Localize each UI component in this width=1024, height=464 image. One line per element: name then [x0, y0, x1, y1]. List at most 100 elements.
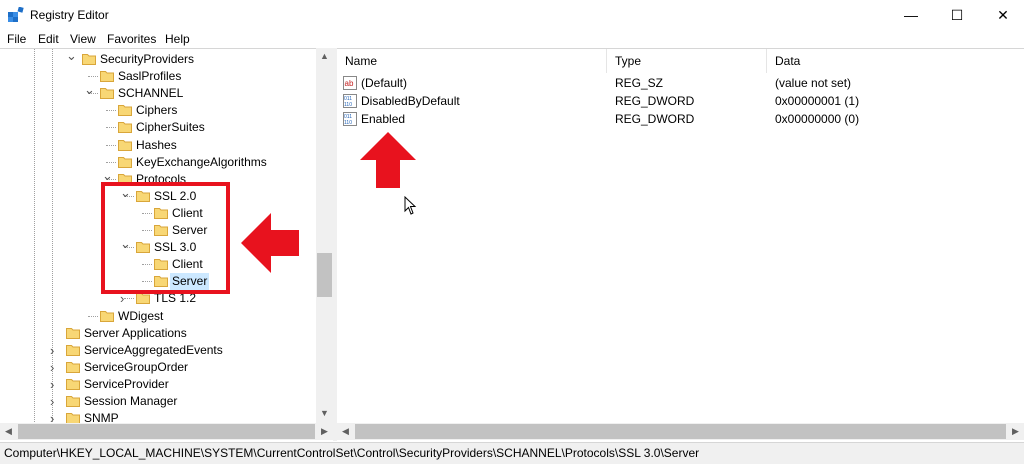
- tree-item[interactable]: › Session Manager: [0, 393, 316, 410]
- scroll-right-icon[interactable]: ▶: [316, 426, 333, 437]
- tree-item[interactable]: ⌄ SCHANNEL: [0, 82, 316, 102]
- collapsed-chevron-icon[interactable]: ›: [50, 393, 60, 410]
- close-button[interactable]: ✕: [980, 0, 1024, 30]
- folder-icon: [66, 396, 80, 407]
- string-value-icon: ab: [343, 76, 357, 90]
- tree-item-label: ServiceAggregatedEvents: [84, 342, 223, 357]
- folder-icon: [66, 344, 80, 356]
- annotation-left-arrow-icon: [241, 213, 299, 273]
- collapsed-chevron-icon[interactable]: ›: [50, 359, 60, 376]
- svg-text:110: 110: [344, 102, 352, 108]
- expanded-chevron-icon[interactable]: ⌄: [84, 81, 95, 98]
- tree-item-label: SecurityProviders: [100, 52, 195, 66]
- annotation-highlight-box: [101, 182, 230, 294]
- minimize-button[interactable]: —: [888, 0, 934, 30]
- dword-value-icon: 011110: [343, 112, 357, 126]
- tree-item-label: ServiceGroupOrder: [84, 359, 189, 374]
- collapsed-chevron-icon[interactable]: ›: [50, 410, 60, 424]
- window-title: Registry Editor: [30, 8, 109, 22]
- folder-icon: [66, 361, 80, 373]
- menu-favorites[interactable]: Favorites: [107, 32, 156, 46]
- tree-item-label: WDigest: [118, 308, 164, 323]
- value-data: 0x00000000 (0): [775, 112, 860, 126]
- tree-item[interactable]: › ServiceProvider: [0, 376, 316, 393]
- folder-icon: [100, 88, 114, 100]
- svg-text:110: 110: [344, 120, 352, 126]
- tree-item[interactable]: Hashes: [0, 137, 316, 154]
- annotation-up-arrow-icon: [360, 132, 416, 188]
- list-hscroll-thumb[interactable]: [355, 424, 1006, 439]
- menu-bar: File Edit View Favorites Help: [0, 30, 1024, 48]
- menu-help[interactable]: Help: [165, 32, 190, 46]
- value-name: DisabledByDefault: [361, 94, 460, 108]
- expanded-chevron-icon[interactable]: ⌄: [66, 49, 77, 64]
- registry-path: Computer\HKEY_LOCAL_MACHINE\SYSTEM\Curre…: [4, 446, 700, 460]
- values-list[interactable]: Name Type Data ab (Default) REG_SZ (value n…: [337, 48, 1024, 424]
- tree-vertical-scrollbar[interactable]: ▲ ▼: [316, 48, 333, 423]
- collapsed-chevron-icon[interactable]: ›: [50, 376, 60, 393]
- folder-icon: [136, 293, 150, 305]
- value-type: REG_SZ: [615, 76, 664, 90]
- title-bar: Registry Editor — ☐ ✕: [0, 0, 1024, 30]
- tree-item-label: SCHANNEL: [118, 86, 184, 101]
- svg-text:ab: ab: [345, 79, 354, 88]
- list-item[interactable]: 011 110 Enabled REG_DWORD 0x00000000 (0): [337, 110, 1024, 128]
- value-data: (value not set): [775, 76, 852, 90]
- scroll-left-icon[interactable]: ◀: [337, 426, 354, 437]
- folder-icon: [82, 54, 96, 65]
- list-horizontal-scrollbar[interactable]: ◀ ▶: [337, 423, 1024, 440]
- mouse-cursor-icon: [404, 196, 417, 215]
- folder-icon: [100, 310, 114, 322]
- status-bar: Computer\HKEY_LOCAL_MACHINE\SYSTEM\Curre…: [0, 442, 1024, 464]
- collapsed-chevron-icon[interactable]: ›: [50, 342, 60, 359]
- tree-hscroll-thumb[interactable]: [18, 424, 315, 439]
- tree-item-label: KeyExchangeAlgorithms: [136, 154, 267, 169]
- folder-icon: [66, 378, 80, 390]
- column-type[interactable]: Type: [607, 49, 767, 73]
- tree-item[interactable]: Server Applications: [0, 325, 316, 342]
- menu-edit[interactable]: Edit: [38, 32, 59, 46]
- column-name[interactable]: Name: [337, 49, 607, 73]
- folder-icon: [100, 71, 114, 83]
- folder-icon: [118, 139, 132, 151]
- menu-view[interactable]: View: [70, 32, 96, 46]
- tree-item-label: CipherSuites: [136, 120, 205, 135]
- folder-icon: [118, 156, 132, 168]
- folder-icon: [118, 105, 132, 117]
- column-data[interactable]: Data: [767, 49, 1024, 73]
- registry-editor-icon: [8, 7, 24, 22]
- menu-file[interactable]: File: [7, 32, 26, 46]
- tree-item-label: SaslProfiles: [118, 69, 182, 84]
- value-type: REG_DWORD: [615, 112, 695, 126]
- scroll-right-icon[interactable]: ▶: [1007, 426, 1024, 437]
- tree-item[interactable]: KeyExchangeAlgorithms: [0, 154, 316, 171]
- scroll-down-icon[interactable]: ▼: [316, 408, 333, 418]
- folder-icon: [66, 327, 80, 339]
- tree-item[interactable]: SaslProfiles: [0, 68, 316, 85]
- folder-icon: [118, 122, 132, 134]
- tree-item-label: Session Manager: [84, 394, 178, 408]
- tree-item[interactable]: CipherSuites: [0, 119, 316, 136]
- tree-item-label: Hashes: [136, 137, 177, 152]
- tree-item[interactable]: ⌄ SecurityProviders: [0, 49, 316, 68]
- dword-value-icon: 011110: [343, 94, 357, 108]
- tree-item-label: SNMP: [84, 411, 119, 424]
- tree-item-label: ServiceProvider: [84, 376, 169, 391]
- tree-item[interactable]: › ServiceAggregatedEvents: [0, 342, 316, 359]
- tree-item[interactable]: WDigest: [0, 308, 316, 325]
- tree-item[interactable]: Ciphers: [0, 102, 316, 119]
- maximize-button[interactable]: ☐: [934, 0, 980, 30]
- value-name: (Default): [361, 76, 408, 90]
- list-item[interactable]: ab (Default) REG_SZ (value not set): [337, 74, 1024, 92]
- value-data: 0x00000001 (1): [775, 94, 860, 108]
- scroll-left-icon[interactable]: ◀: [0, 426, 17, 437]
- tree-scroll-thumb[interactable]: [317, 253, 332, 297]
- tree-item-label: Ciphers: [136, 103, 178, 118]
- tree-item[interactable]: › SNMP: [0, 410, 316, 424]
- list-item[interactable]: 011 110 DisabledByDefault REG_DWORD 0x000000…: [337, 92, 1024, 110]
- value-name: Enabled: [361, 112, 406, 126]
- tree-item-label: Server Applications: [84, 325, 187, 340]
- tree-horizontal-scrollbar[interactable]: ◀ ▶: [0, 423, 333, 440]
- tree-item[interactable]: › ServiceGroupOrder: [0, 359, 316, 376]
- scroll-up-icon[interactable]: ▲: [316, 51, 333, 61]
